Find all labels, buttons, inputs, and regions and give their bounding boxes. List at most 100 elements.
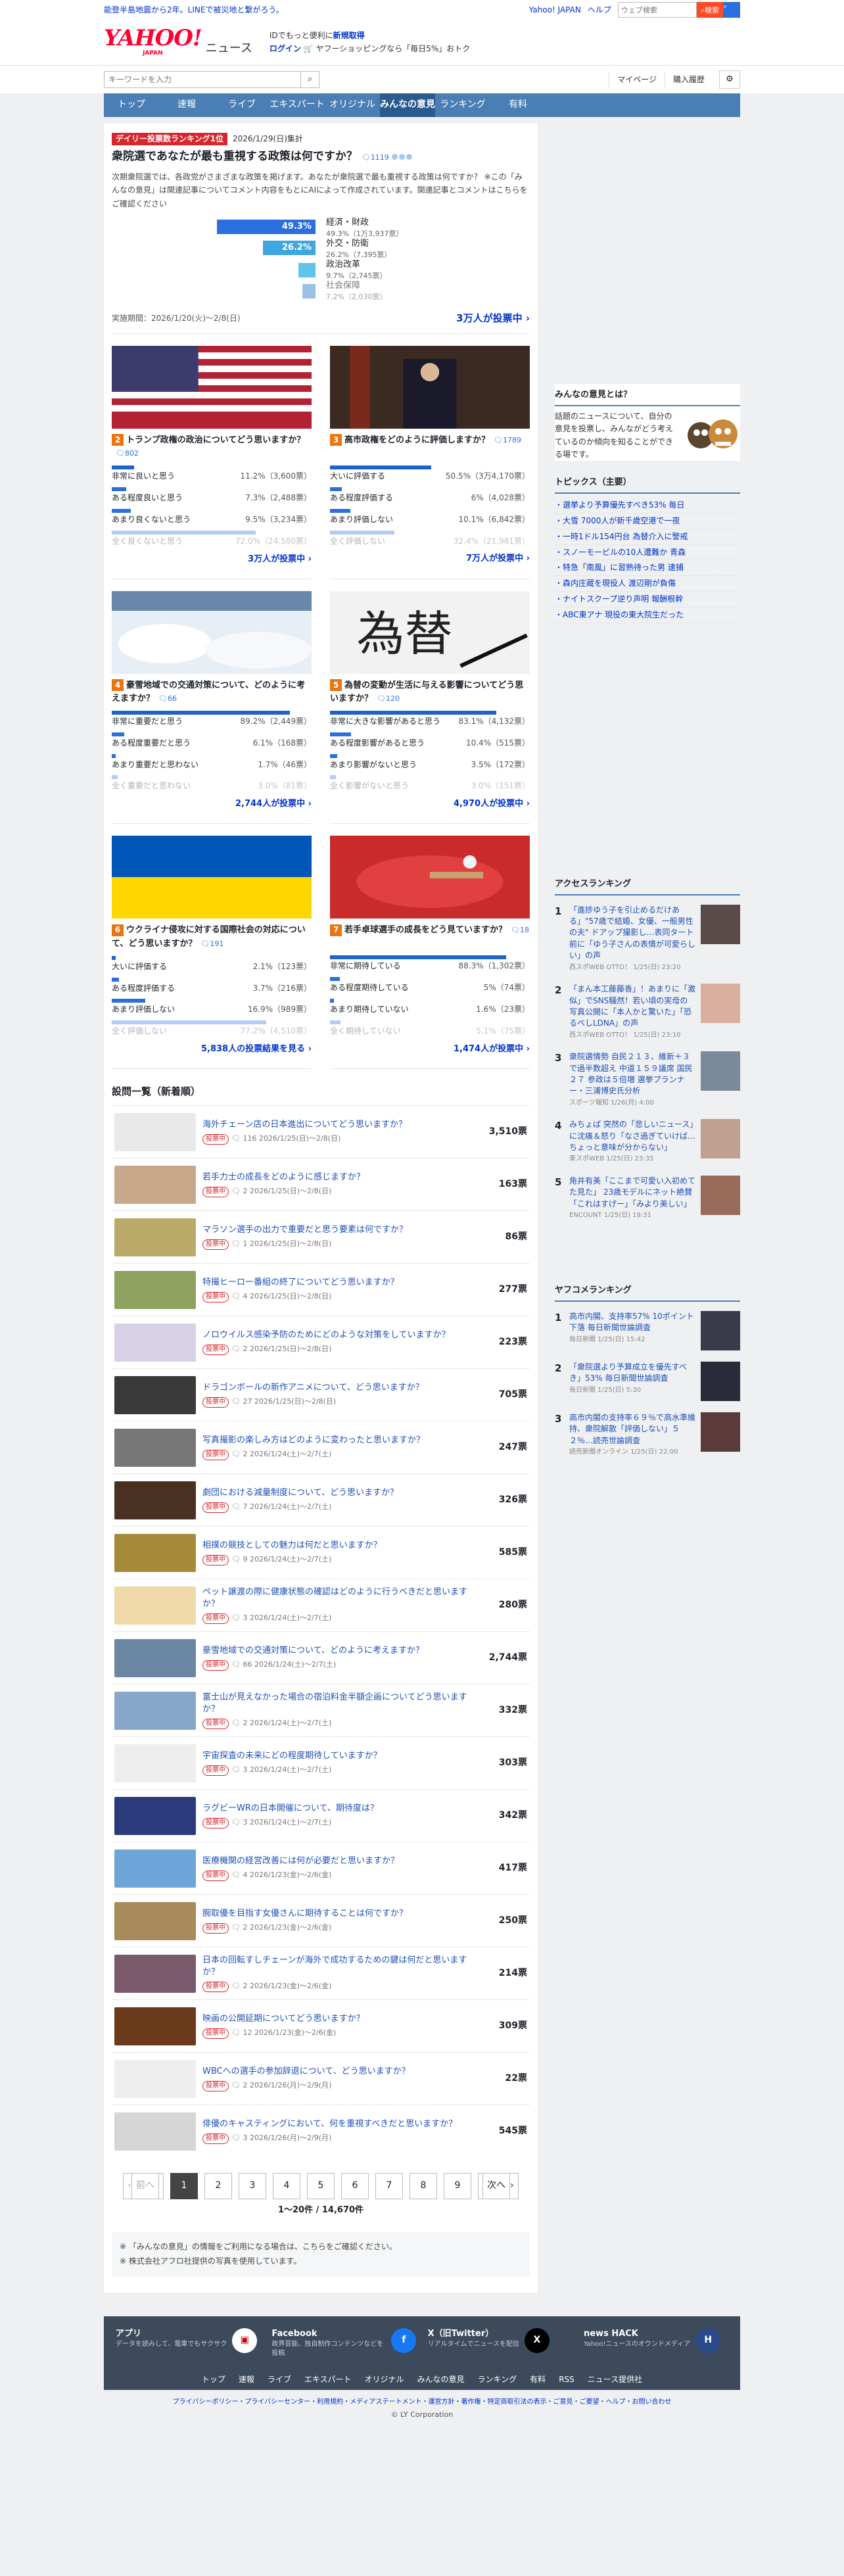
footer-nav-link[interactable]: みんなの意見 [417,2374,465,2385]
list-item[interactable]: 宇宙探査の未来にどの程度期待していますか？ 投票中 🗨 3 2026/1/24(土)… [112,1736,530,1789]
list-item[interactable]: 劇団における減量制度について、どう思いますか？ 投票中 🗨 7 2026/1/24(… [112,1473,530,1526]
access-ranking-title[interactable]: 衆院選情勢 自民２１３、維新＋３で過半数超え 中道１５９議席 国民２７ 参政は５… [569,1051,695,1108]
page-3[interactable]: 3 [239,2173,266,2200]
footer-nav-link[interactable]: 有料 [530,2374,546,2385]
web-search-input[interactable] [617,2,697,18]
page-8[interactable]: 8 [410,2173,437,2200]
poll-card-question[interactable]: 2 トランプ政権の政治についてどう思いますか？🗨802 [112,434,312,460]
topic-link[interactable]: ・スノーモービルの10人遭難か 青森 [555,545,740,561]
poll-card[interactable]: 7 若手卓球選手の成長をどう見ていますか？ 🗨18 非常に期待している 88.3%（1,… [330,836,530,1070]
keyword-search-button[interactable]: ⌕ [301,71,319,88]
page-2[interactable]: 2 [204,2173,232,2200]
access-ranking-item[interactable]: 3 衆院選情勢 自民２１３、維新＋３で過半数超え 中道１５９議席 国民２７ 参政は… [555,1046,740,1114]
footer-nav-link[interactable]: 速報 [239,2374,254,2385]
access-ranking-title[interactable]: 角井有美「ここまで可愛い入初めてた見た」 23歳モデルにネット絶賛「これはすげー… [569,1176,695,1221]
list-item-question[interactable]: 若手力士の成長をどのように感じますか？ [202,1172,481,1183]
list-item[interactable]: 写真撮影の楽しみ方はどのように変わったと思いますか？ 投票中 🗨 2 2026/1/… [112,1421,530,1473]
page-6[interactable]: 6 [341,2173,369,2200]
access-ranking-title[interactable]: みちょぱ 突然の「悲しいニュース」に沈痛＆怒り「なさ過ぎていけば…ちょっと意味が… [569,1119,695,1164]
access-ranking-title[interactable]: 「まん本工藤藤香」！あまりに「激似」でSNS騒然！若い頃の実母の写真公開に「本人… [569,984,695,1040]
list-item[interactable]: 日本の回転すしチェーンが海外で成功するための鍵は何だと思いますか？ 投票中 🗨 2 … [112,1947,530,1999]
page-5[interactable]: 5 [307,2173,335,2200]
footer-app[interactable]: アプリ データを読みして、電車でもサクサク ▣ [116,2327,260,2358]
purchase-history-link[interactable]: 購入履歴 [664,71,713,88]
list-item[interactable]: 医療機関の経営改善には何が必要だと思いますか？ 投票中 🗨 4 2026/1/23(… [112,1842,530,1894]
poll-card-question[interactable]: 3 高市政権をどのように評価しますか？ 🗨1789 [330,434,530,460]
list-item-question[interactable]: 宇宙探査の未来にどの程度期待していますか？ [202,1750,481,1762]
list-item-question[interactable]: 劇団における減量制度について、どう思いますか？ [202,1487,481,1499]
comment-ranking-item[interactable]: 2 「衆院選より予算成立を優先すべき」53% 毎日新聞世論調査 毎日新聞 1/25(… [555,1356,740,1407]
page-1[interactable]: 1 [170,2173,198,2200]
footer-app[interactable]: X（旧Twitter） リアルタイムでニュースを配信 X [428,2327,573,2358]
footer-nav-link[interactable]: オリジナル [365,2374,404,2385]
list-item[interactable]: 俳優のキャスティングにおいて、何を重視すべきだと思いますか？ 投票中 🗨 3 202… [112,2105,530,2157]
access-ranking-item[interactable]: 5 角井有美「ここまで可愛い入初めてた見た」 23歳モデルにネット絶賛「これはすげ… [555,1170,740,1227]
lead-question[interactable]: 衆院選であなたが最も重視する政策は何ですか？ 🗨1119 [112,149,530,165]
topic-link[interactable]: ・特急「南風」に習熟待った男 逮捕 [555,560,740,577]
login-link[interactable]: ログイン [270,44,301,53]
list-item[interactable]: ラグビーWRの日本開催について、期待度は？ 投票中 🗨 3 2026/1/24(土)… [112,1789,530,1842]
comment-ranking-item[interactable]: 1 高市内閣、支持率57% 10ポイント下落 毎日新聞世論調査 毎日新聞 1/25(… [555,1306,740,1356]
page-9[interactable]: 9 [444,2173,471,2200]
footer-nav-link[interactable]: ランキング [478,2374,517,2385]
settings-button[interactable]: ⚙ [719,70,740,89]
note-1[interactable]: ※ 「みんなの意見」の情報をご利用になる場合は、こちらをご確認ください。 [120,2240,522,2254]
footer-nav-link[interactable]: トップ [202,2374,225,2385]
list-item[interactable]: 海外チェーン店の日本進出についてどう思いますか？ 投票中 🗨 116 2026/1/… [112,1105,530,1158]
list-item-question[interactable]: WBCへの選手の参加辞退について、どう思いますか？ [202,2066,481,2078]
topic-link[interactable]: ・ABC東アナ 現役の東大院生だった [555,608,740,623]
intro-heading[interactable]: みんなの意見とは？ [555,384,740,407]
nav-opinion[interactable]: みんなの意見 [380,93,435,117]
footer-app[interactable]: news HACK Yahoo!ニュースのオウンドメディア H [584,2327,728,2358]
list-item[interactable]: 相撲の競技としての魅力は何だと思いますか？ 投票中 🗨 9 2026/1/24(土)… [112,1526,530,1579]
topic-link[interactable]: ・一時1ドル154円台 為替介入に警戒 [555,529,740,545]
register-link[interactable]: 新規取得 [333,31,365,40]
yahoo-news-logo[interactable]: YAHOO! JAPAN ニュース [104,27,252,58]
footer-app[interactable]: Facebook 政界芸能、独自制作コンテンツなどを投稿 f [271,2327,417,2358]
footer-nav-link[interactable]: ニュース提供社 [588,2374,642,2385]
notice-link[interactable]: 能登半島地震から2年。LINEで被災地と繋がろう。 [104,5,284,16]
nav-live[interactable]: ライブ [214,93,270,117]
topic-link[interactable]: ・森内庄蔵を現役人 渡辺剛が負傷 [555,576,740,592]
list-item-question[interactable]: ラグビーWRの日本開催について、期待度は？ [202,1803,481,1815]
poll-card-question[interactable]: 4 豪雪地域での交通対策について、どのように考えますか？ 🗨66 [112,679,312,705]
list-item-question[interactable]: 豪雪地域での交通対策について、どのように考えますか？ [202,1645,481,1657]
poll-card-question[interactable]: 7 若手卓球選手の成長をどう見ていますか？ 🗨18 [330,924,530,950]
list-item[interactable]: 特撮ヒーロー番組の終了についてどう思いますか？ 投票中 🗨 4 2026/1/25(… [112,1263,530,1316]
comment-ranking-title[interactable]: 「衆院選より予算成立を優先すべき」53% 毎日新聞世論調査 毎日新聞 1/25(日… [569,1362,695,1401]
topic-link[interactable]: ・ナイトスクープ逆り声明 報酬根幹 [555,592,740,608]
access-ranking-item[interactable]: 4 みちょぱ 突然の「悲しいニュース」に沈痛＆怒り「なさ過ぎていけば…ちょっと意味… [555,1114,740,1170]
poll-total-link[interactable]: 7万人が投票中 › [330,553,530,565]
comment-ranking-item[interactable]: 3 高市内閣の支持率６９％で高水準維持、衆院解散「評価しない」５２％…読売世論調査… [555,1407,740,1464]
nav-flash[interactable]: 速報 [159,93,214,117]
nav-paid[interactable]: 有料 [490,93,546,117]
list-item[interactable]: 若手力士の成長をどのように感じますか？ 投票中 🗨 2 2026/1/25(日)〜2… [112,1158,530,1210]
shopping-promo[interactable]: ヤフーショッピングなら「毎日5%」おトク [316,44,471,53]
list-item[interactable]: 豪雪地域での交通対策について、どのように考えますか？ 投票中 🗨 66 2026/1… [112,1631,530,1684]
yahoo-japan-link[interactable]: Yahoo! JAPAN [529,5,581,16]
page-7[interactable]: 7 [375,2173,403,2200]
nav-expert[interactable]: エキスパート [270,93,325,117]
footer-nav-link[interactable]: ライブ [268,2374,291,2385]
footer-nav-link[interactable]: エキスパート [304,2374,352,2385]
comment-ranking-title[interactable]: 高市内閣、支持率57% 10ポイント下落 毎日新聞世論調査 毎日新聞 1/25(日… [569,1311,695,1350]
next-page-button[interactable]: 次へ › [478,2173,519,2200]
poll-total-link[interactable]: 1,474人が投票中 › [330,1043,530,1055]
poll-total-link[interactable]: 5,838人の投票結果を見る › [112,1043,312,1055]
prev-page-button[interactable]: ‹ 前へ [123,2173,164,2200]
poll-card-question[interactable]: 5 為替の変動が生活に与える影響についてどう思いますか？ 🗨120 [330,679,530,705]
footer-nav-link[interactable]: RSS [559,2374,574,2385]
poll-card[interactable]: 6 ウクライナ侵攻に対する国際社会の対応について、どう思いますか？ 🗨191 大いに評… [112,836,312,1070]
poll-total-link[interactable]: 4,970人が投票中 › [330,798,530,810]
list-item[interactable]: 富士山が見えなかった場合の宿泊料金半額企画についてどう思いますか？ 投票中 🗨 2 … [112,1684,530,1736]
list-item[interactable]: ドラゴンボールの新作アニメについて、どう思いますか？ 投票中 🗨 27 2026/1… [112,1368,530,1421]
list-item-question[interactable]: 相撲の競技としての魅力は何だと思いますか？ [202,1540,481,1552]
list-item[interactable]: ペット譲渡の際に健康状態の確認はどのように行うべきだと思いますか？ 投票中 🗨 3 … [112,1579,530,1631]
access-ranking-item[interactable]: 2 「まん本工藤藤香」！あまりに「激似」でSNS騒然！若い頃の実母の写真公開に「本… [555,978,740,1047]
access-ranking-item[interactable]: 1 「進捗ゆう子を引止めるだけある」"57歳で結婚、女優、一般男性の夫" ドアップ… [555,899,740,979]
page-4[interactable]: 4 [273,2173,300,2200]
nav-original[interactable]: オリジナル [325,93,380,117]
search-options-button[interactable]: ⌕ [723,2,740,18]
list-item-question[interactable]: マラソン選手の出力で重要だと思う要素は何ですか？ [202,1224,481,1236]
list-item-question[interactable]: 富士山が見えなかった場合の宿泊料金半額企画についてどう思いますか？ [202,1692,481,1715]
